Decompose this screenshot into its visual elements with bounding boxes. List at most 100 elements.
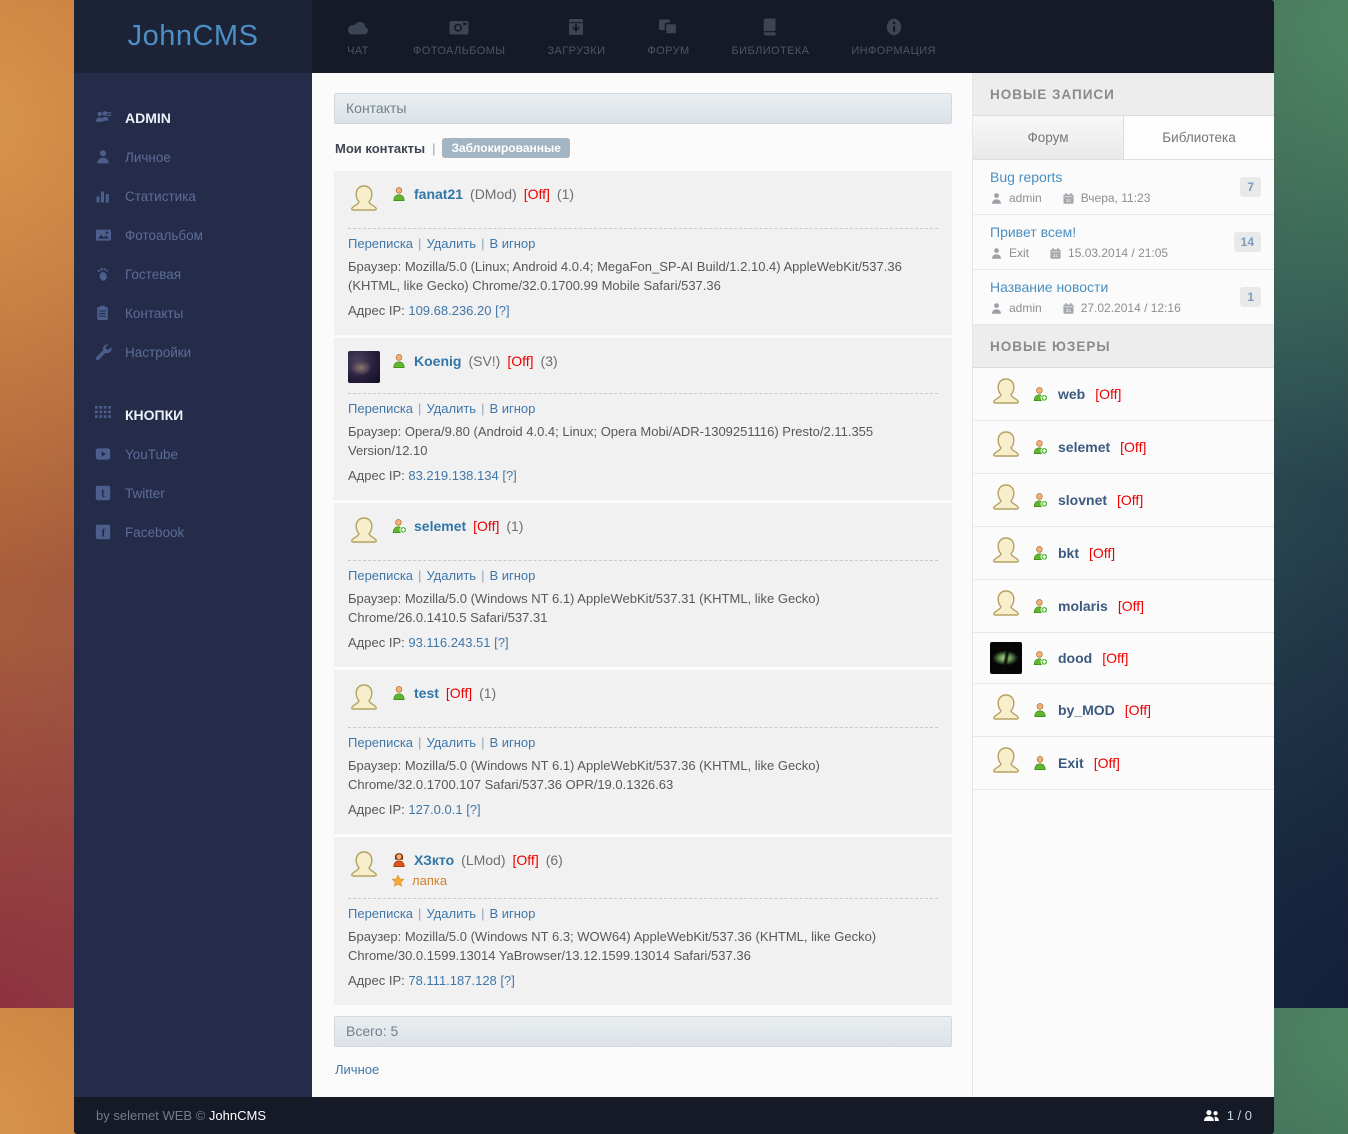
nav-item-chat[interactable]: ЧАТ: [324, 16, 392, 57]
ip-whois-link[interactable]: [?]: [466, 802, 480, 817]
online-counter[interactable]: 1 / 0: [1203, 1108, 1252, 1123]
tab-forum[interactable]: Форум: [973, 116, 1124, 159]
contact-username-link[interactable]: ХЗкто: [414, 852, 454, 868]
avatar-silhouette[interactable]: [990, 589, 1022, 623]
user-name-link[interactable]: selemet: [1058, 439, 1110, 455]
contact-action-link[interactable]: Переписка: [348, 906, 413, 921]
sidebar-item-facebook[interactable]: f Facebook: [74, 513, 312, 552]
status-badge: [Off]: [1118, 598, 1144, 614]
user-name-link[interactable]: bkt: [1058, 545, 1079, 561]
avatar-silhouette[interactable]: [348, 683, 380, 717]
avatar-photo[interactable]: [348, 351, 380, 383]
nav-item-downloads[interactable]: ЗАГРУЗКИ: [526, 16, 626, 57]
contact-note-row: лапка: [391, 873, 563, 888]
sidebar-item-settings[interactable]: Настройки: [74, 333, 312, 372]
contact-action-link[interactable]: Переписка: [348, 735, 413, 750]
contacts-filter: Мои контакты | Заблокированные: [335, 138, 952, 158]
ip-info: Адрес IP: 109.68.236.20 [?]: [348, 301, 938, 320]
contact-action-link[interactable]: Переписка: [348, 236, 413, 251]
contact-action-link[interactable]: Удалить: [426, 401, 476, 416]
nav-item-photoalbums[interactable]: ФОТОАЛЬБОМЫ: [392, 16, 526, 57]
tab-library[interactable]: Библиотека: [1124, 116, 1274, 159]
contact-action-link[interactable]: Переписка: [348, 401, 413, 416]
sidebar-item-youtube[interactable]: YouTube: [74, 435, 312, 474]
ip-address-link[interactable]: 127.0.0.1: [408, 802, 462, 817]
avatar-silhouette[interactable]: [990, 377, 1022, 411]
nav-item-library[interactable]: БИБЛИОТЕКА: [711, 16, 831, 57]
personal-link[interactable]: Личное: [335, 1062, 379, 1077]
contact-username-link[interactable]: Koenig: [414, 353, 461, 369]
ip-whois-link[interactable]: [?]: [494, 635, 508, 650]
contact-action-link[interactable]: Удалить: [426, 735, 476, 750]
contact-action-link[interactable]: Удалить: [426, 568, 476, 583]
avatar-silhouette[interactable]: [990, 693, 1022, 727]
user-name-link[interactable]: molaris: [1058, 598, 1108, 614]
contact-action-link[interactable]: В игнор: [489, 568, 535, 583]
sidebar-item-guestbook[interactable]: Гостевая: [74, 255, 312, 294]
avatar-silhouette[interactable]: [990, 746, 1022, 780]
ip-address-link[interactable]: 83.219.138.134: [408, 468, 498, 483]
member-add-icon: [1032, 439, 1048, 455]
new-user-row: selemet [Off]: [973, 421, 1274, 474]
filter-blocked-button[interactable]: Заблокированные: [442, 138, 569, 158]
contact-username-link[interactable]: selemet: [414, 518, 466, 534]
app-window: JohnCMS ЧАТ ФОТОАЛЬБОМЫ ЗАГРУЗКИ ФОРУМ Б…: [74, 0, 1274, 1134]
contact-action-link[interactable]: В игнор: [489, 735, 535, 750]
avatar-silhouette[interactable]: [348, 516, 380, 550]
contact-action-link[interactable]: Удалить: [426, 236, 476, 251]
post-author: admin: [1009, 191, 1042, 205]
dashed-divider: [348, 228, 938, 229]
ip-whois-link[interactable]: [?]: [502, 468, 516, 483]
nav-item-forum[interactable]: ФОРУМ: [626, 16, 710, 57]
contact-count: (1): [506, 518, 523, 534]
avatar-silhouette[interactable]: [990, 430, 1022, 464]
avatar-photo[interactable]: [990, 642, 1022, 674]
page-title: Контакты: [334, 93, 952, 124]
user-name-link[interactable]: slovnet: [1058, 492, 1107, 508]
footer-brand-link[interactable]: JohnCMS: [209, 1108, 266, 1123]
ip-address-link[interactable]: 93.116.243.51: [408, 635, 490, 650]
ip-whois-link[interactable]: [?]: [500, 973, 514, 988]
avatar-silhouette[interactable]: [348, 850, 380, 884]
post-title-link[interactable]: Привет всем!: [990, 224, 1076, 240]
sidebar-item-twitter[interactable]: t Twitter: [74, 474, 312, 513]
contact-action-link[interactable]: В игнор: [489, 906, 535, 921]
contact-action-link[interactable]: Удалить: [426, 906, 476, 921]
contact-card: fanat21 (DMod) [Off] (1) Переписка|Удали…: [334, 171, 952, 335]
johncms-logo[interactable]: JohnCMS: [128, 20, 259, 53]
contact-username-link[interactable]: fanat21: [414, 186, 463, 202]
sidebar-item-photoalbum[interactable]: Фотоальбом: [74, 216, 312, 255]
sidebar-item-statistics[interactable]: Статистика: [74, 177, 312, 216]
new-user-row: molaris [Off]: [973, 580, 1274, 633]
ip-whois-link[interactable]: [?]: [495, 303, 509, 318]
contact-username-link[interactable]: test: [414, 685, 439, 701]
avatar-silhouette[interactable]: [990, 536, 1022, 570]
contact-action-link[interactable]: Переписка: [348, 568, 413, 583]
action-separator: |: [481, 906, 484, 921]
ip-address-link[interactable]: 78.111.187.128: [408, 973, 496, 988]
contact-action-link[interactable]: В игнор: [489, 401, 535, 416]
avatar-silhouette[interactable]: [990, 483, 1022, 517]
new-user-row: by_MOD [Off]: [973, 684, 1274, 737]
avatar-silhouette[interactable]: [348, 184, 380, 218]
nav-item-information[interactable]: ИНФОРМАЦИЯ: [830, 16, 956, 57]
user-name-link[interactable]: dood: [1058, 650, 1092, 666]
sidebar-item-personal[interactable]: Личное: [74, 138, 312, 177]
logo-area: JohnCMS: [74, 0, 312, 73]
post-title-link[interactable]: Название новости: [990, 279, 1108, 295]
user-name-link[interactable]: Exit: [1058, 755, 1084, 771]
user-name-link[interactable]: web: [1058, 386, 1085, 402]
contact-count: (1): [479, 685, 496, 701]
contact-action-link[interactable]: В игнор: [489, 236, 535, 251]
footprint-icon: [95, 266, 112, 283]
sidebar-item-label: Настройки: [125, 345, 191, 360]
user-name-link[interactable]: by_MOD: [1058, 702, 1115, 718]
ip-address-link[interactable]: 109.68.236.20: [408, 303, 491, 318]
cloud-icon: [345, 16, 371, 38]
sidebar-item-contacts[interactable]: Контакты: [74, 294, 312, 333]
filter-my-contacts[interactable]: Мои контакты: [335, 141, 425, 156]
action-separator: |: [481, 401, 484, 416]
post-title-link[interactable]: Bug reports: [990, 169, 1062, 185]
post-count-badge: 14: [1234, 232, 1261, 252]
new-posts-title: НОВЫЕ ЗАПИСИ: [973, 73, 1274, 116]
